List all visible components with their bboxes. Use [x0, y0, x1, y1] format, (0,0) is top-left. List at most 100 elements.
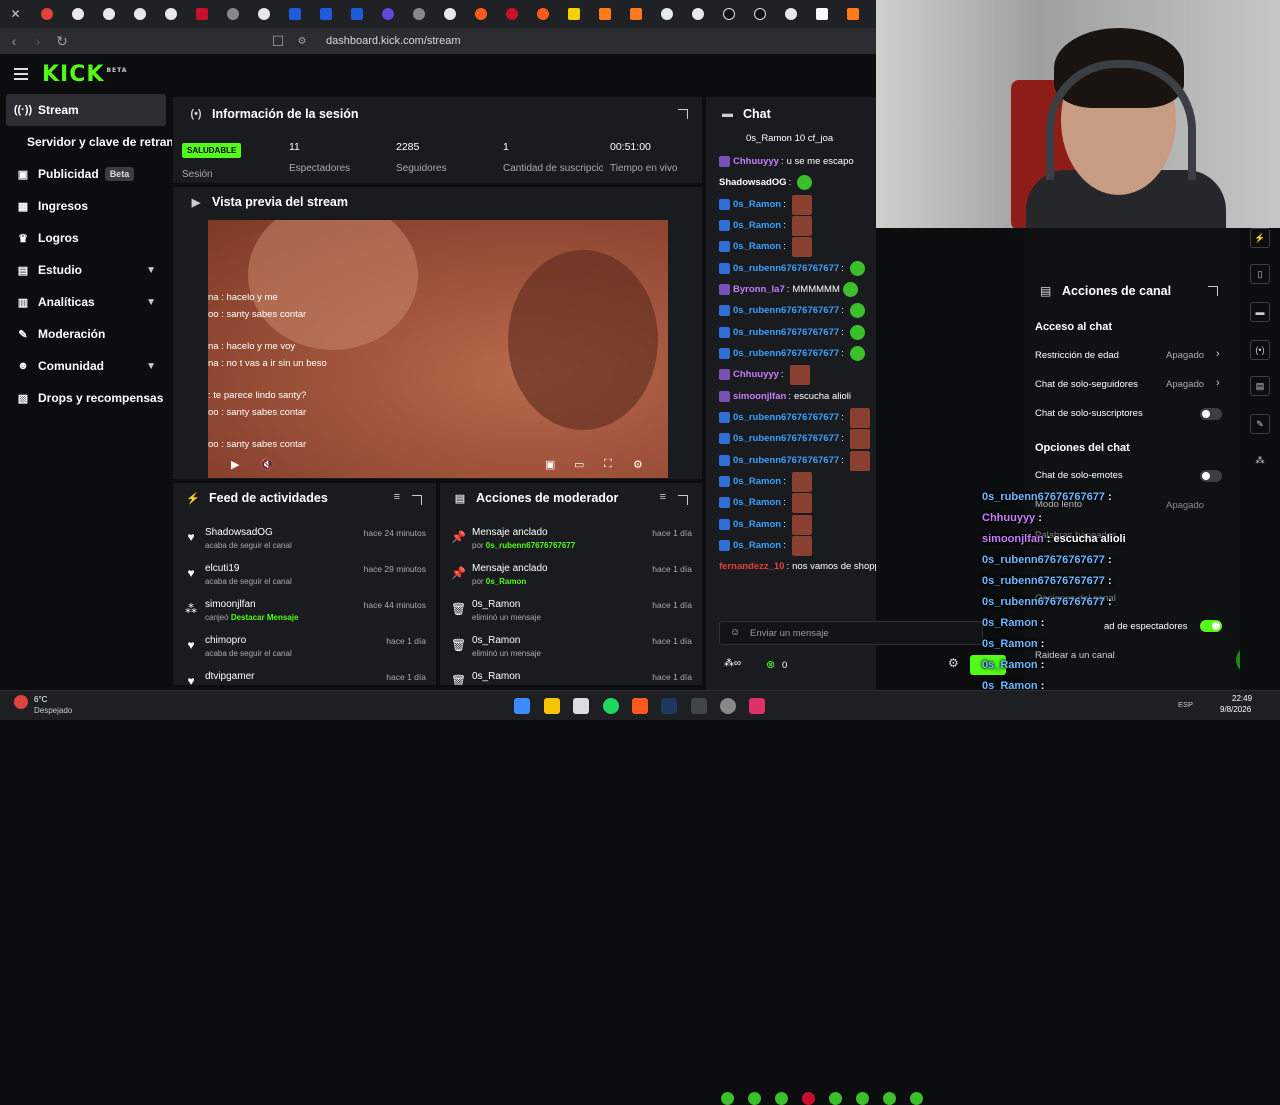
chat-username[interactable]: 0s_rubenn67676767677: [733, 412, 839, 423]
reload-icon[interactable]: ↻: [52, 31, 72, 51]
browser-tab[interactable]: [62, 0, 93, 28]
browser-tab[interactable]: [124, 0, 155, 28]
browser-tab[interactable]: [31, 0, 62, 28]
steam-icon[interactable]: [661, 698, 677, 714]
browser-tab[interactable]: [465, 0, 496, 28]
chat-message[interactable]: Byronn_la7: MMMMMM: [719, 279, 858, 300]
chat-message[interactable]: 0s_Ramon:: [719, 215, 812, 236]
chat-username[interactable]: 0s_Ramon: [733, 476, 781, 487]
store-icon[interactable]: [573, 698, 589, 714]
feed-row[interactable]: ⁂ simoonjlfan canjeó Destacar Mensaje hace …: [173, 595, 436, 631]
chat-message[interactable]: Chhuuyyy: u se me escapo: [719, 151, 854, 172]
browser-tab[interactable]: [682, 0, 713, 28]
file-explorer-icon[interactable]: [544, 698, 560, 714]
app-icon[interactable]: [691, 698, 707, 714]
browser-tab[interactable]: [403, 0, 434, 28]
chat-message[interactable]: ShadowsadOG:: [719, 172, 813, 193]
chat-username[interactable]: 0s_rubenn67676767677: [733, 433, 839, 444]
redeem-icon[interactable]: ⁂: [1250, 450, 1270, 470]
obs-icon[interactable]: [720, 698, 736, 714]
wrench-icon[interactable]: ✎: [1250, 414, 1270, 434]
chat-message[interactable]: Chhuuyyy:: [719, 364, 810, 385]
expand-icon[interactable]: [678, 109, 688, 119]
browser-tab[interactable]: [341, 0, 372, 28]
chat-message[interactable]: 0s_Ramon:: [719, 194, 812, 215]
chat-username[interactable]: 0s_rubenn67676767677: [733, 327, 839, 338]
spotify-icon[interactable]: [603, 698, 619, 714]
chat-username[interactable]: 0s_rubenn67676767677: [733, 348, 839, 359]
chat-username[interactable]: 0s_Ramon: [733, 540, 781, 551]
sidebar-item-community[interactable]: ☻ Comunidad ▼: [0, 350, 172, 382]
broadcast-icon[interactable]: (•): [1250, 340, 1270, 360]
feed-row[interactable]: ♥ dtvipgamer hace 1 día: [173, 667, 436, 685]
sidebar-item-ads[interactable]: ▣ Publicidad Beta: [0, 158, 172, 190]
tiktok-live-icon[interactable]: [749, 698, 765, 714]
menu-icon[interactable]: [14, 68, 28, 80]
emote-icon[interactable]: [883, 1092, 896, 1105]
site-info-icon[interactable]: ⚙: [292, 31, 312, 51]
emoji-icon[interactable]: ☺: [730, 627, 740, 638]
browser-tab[interactable]: [775, 0, 806, 28]
chat-message[interactable]: 0s_rubenn67676767677:: [719, 407, 870, 428]
sidebar-item-moderation[interactable]: ✎ Moderación: [0, 318, 172, 350]
chat-message[interactable]: fernandezz_10:nos vamos de shopping?: [719, 556, 876, 577]
modaction-row[interactable]: 📌 Mensaje anclado por 0s_rubenn67676767677…: [440, 523, 702, 559]
bookmark-icon[interactable]: ☐: [268, 31, 288, 51]
chat-message[interactable]: simoonjlfan: escucha alioli: [719, 386, 851, 407]
chat-username[interactable]: 0s_rubenn67676767677: [733, 455, 839, 466]
browser-tab[interactable]: [589, 0, 620, 28]
chat-message[interactable]: 0s_rubenn67676767677:: [719, 300, 865, 321]
emote-icon[interactable]: [775, 1092, 788, 1105]
mute-icon[interactable]: 🔇: [260, 458, 274, 471]
browser-tab[interactable]: [155, 0, 186, 28]
video-player[interactable]: na : hacelo y me oo : santy sabes contar…: [208, 220, 668, 478]
chat-username[interactable]: 0s_Ramon: [733, 241, 781, 252]
sidebar-item-revenue[interactable]: ▦ Ingresos: [0, 190, 172, 222]
emote-icon[interactable]: [721, 1092, 734, 1105]
chat-username[interactable]: 0s_rubenn67676767677: [733, 263, 839, 274]
sidebar-item-stream[interactable]: ((·)) Stream: [6, 94, 166, 126]
browser-tab[interactable]: [713, 0, 744, 28]
chat-message[interactable]: 0s_Ramon:: [719, 492, 812, 513]
chat-message[interactable]: 0s_rubenn67676767677:: [719, 428, 870, 449]
chat-username[interactable]: Chhuuyyy: [733, 156, 779, 167]
close-tab-icon[interactable]: ✕: [0, 0, 31, 28]
filter-icon[interactable]: ≡: [394, 491, 400, 503]
feed-row[interactable]: ♥ chimopro acaba de seguir el canal hace 1 …: [173, 631, 436, 667]
chat-message[interactable]: 0s_rubenn67676767677:: [719, 322, 865, 343]
browser-tab[interactable]: [434, 0, 465, 28]
chat-message[interactable]: 0s_rubenn67676767677:: [719, 450, 870, 471]
clock-time[interactable]: 22:49: [1232, 694, 1252, 703]
modaction-row[interactable]: 🗑 0s_Ramon hace 1 día: [440, 667, 702, 685]
chat-username[interactable]: 0s_Ramon: [733, 199, 781, 210]
browser-tab[interactable]: [310, 0, 341, 28]
pip-icon[interactable]: ▣: [545, 458, 555, 471]
chat-message[interactable]: 0s_Ramon:: [719, 236, 812, 257]
chat-message[interactable]: 0s_Ramon:: [719, 514, 812, 535]
chat-message[interactable]: 0s_rubenn67676767677:: [719, 343, 865, 364]
sidebar-item-server-key[interactable]: Servidor y clave de retransmisión: [0, 126, 172, 158]
play-icon[interactable]: ▶: [231, 458, 239, 471]
settings-gear-icon[interactable]: ⚙: [633, 458, 643, 471]
sidebar-item-analytics[interactable]: ▥ Analíticas ▼: [0, 286, 172, 318]
chat-settings-gear-icon[interactable]: ⚙: [948, 656, 959, 670]
browser-tab[interactable]: [93, 0, 124, 28]
modaction-row[interactable]: 📌 Mensaje anclado por 0s_Ramon hace 1 día: [440, 559, 702, 595]
chat-message[interactable]: 0s_Ramon:: [719, 471, 812, 492]
chat-username[interactable]: 0s_Ramon: [733, 220, 781, 231]
modaction-row[interactable]: 🗑 0s_Ramon eliminó un mensaje hace 1 día: [440, 631, 702, 667]
chat-username[interactable]: Byronn_la7: [733, 284, 785, 295]
lightning-icon[interactable]: ⚡: [1250, 228, 1270, 248]
browser-tab[interactable]: [186, 0, 217, 28]
browser-tab[interactable]: [217, 0, 248, 28]
forward-icon[interactable]: ›: [28, 31, 48, 51]
emotes-only-toggle[interactable]: [1200, 470, 1222, 482]
browser-tab[interactable]: [527, 0, 558, 28]
browser-tab[interactable]: [806, 0, 837, 28]
browser-tab[interactable]: [837, 0, 868, 28]
theater-icon[interactable]: ▭: [574, 458, 584, 471]
followers-only-value[interactable]: Apagado: [1166, 379, 1204, 390]
browser-tab[interactable]: [248, 0, 279, 28]
emote-icon[interactable]: [856, 1092, 869, 1105]
browser-tab[interactable]: [279, 0, 310, 28]
